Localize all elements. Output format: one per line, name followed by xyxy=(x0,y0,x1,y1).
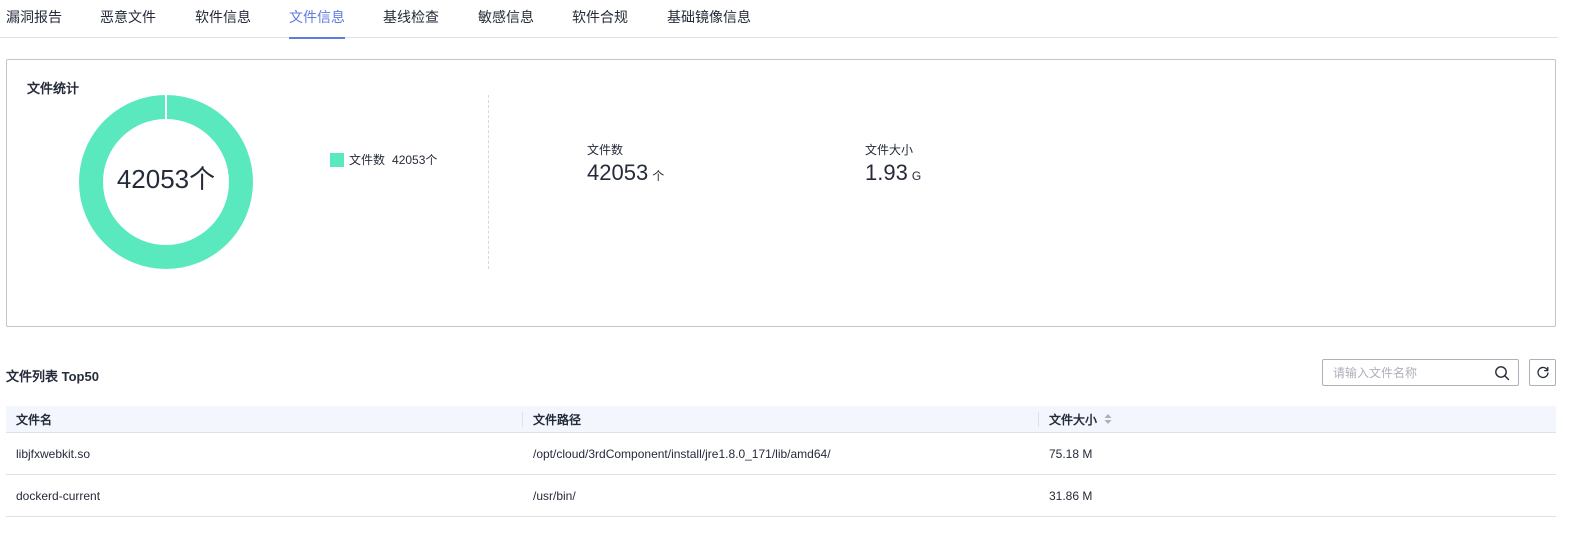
search-icon[interactable] xyxy=(1494,365,1510,381)
file-list-title: 文件列表 Top50 xyxy=(6,369,99,384)
column-header-path: 文件路径 xyxy=(522,406,1038,432)
file-name-cell: dockerd-current xyxy=(16,488,101,503)
file-size-cell: 75.18 M xyxy=(1049,446,1093,461)
tab-malicious-files[interactable]: 恶意文件 xyxy=(100,0,156,38)
tab-sensitive-info[interactable]: 敏感信息 xyxy=(478,0,534,38)
tab-baseline-check[interactable]: 基线检查 xyxy=(383,0,439,38)
card-title: 文件统计 xyxy=(27,81,80,96)
file-count-value: 42053 xyxy=(587,160,649,185)
tab-vulnerability-report[interactable]: 漏洞报告 xyxy=(6,0,62,38)
column-header-name: 文件名 xyxy=(16,412,53,427)
refresh-icon xyxy=(1536,366,1549,378)
legend-swatch xyxy=(330,152,344,167)
file-count-label: 文件数 xyxy=(587,143,624,157)
tab-bar: 漏洞报告 恶意文件 软件信息 文件信息 基线检查 敏感信息 软件合规 基础镜像信… xyxy=(0,0,1558,39)
file-count-unit: 个 xyxy=(652,169,665,183)
chart-legend: 文件数 42053个 xyxy=(330,151,437,168)
file-list-table: 文件名 文件路径 文件大小 libjfxwebkit.so /opt/cloud… xyxy=(6,406,1556,517)
file-path-cell: /opt/cloud/3rdComponent/install/jre1.8.0… xyxy=(533,446,831,461)
search-box xyxy=(1322,359,1519,386)
file-name-search-input[interactable] xyxy=(1323,360,1518,385)
file-stats-card: 文件统计 42053个 文件数 42053个 文件数 42053 个 文件大小 1… xyxy=(6,59,1556,327)
file-count-stat: 文件数 42053 个 xyxy=(587,142,664,186)
tab-software-compliance[interactable]: 软件合规 xyxy=(572,0,628,38)
file-size-unit: G xyxy=(911,169,922,183)
file-size-label: 文件大小 xyxy=(865,143,914,157)
table-row: libjfxwebkit.so /opt/cloud/3rdComponent/… xyxy=(6,433,1556,475)
refresh-button[interactable] xyxy=(1529,359,1556,386)
column-header-size[interactable]: 文件大小 xyxy=(1038,406,1556,432)
file-name-cell: libjfxwebkit.so xyxy=(16,446,91,461)
sort-icon[interactable] xyxy=(1104,413,1112,425)
file-path-cell: /usr/bin/ xyxy=(533,488,576,503)
legend-value: 42053个 xyxy=(392,153,438,167)
vertical-divider xyxy=(488,95,489,269)
table-header: 文件名 文件路径 文件大小 xyxy=(6,406,1556,433)
donut-center-value: 42053个 xyxy=(116,164,216,194)
tab-base-image-info[interactable]: 基础镜像信息 xyxy=(667,0,751,38)
tab-software-info[interactable]: 软件信息 xyxy=(195,0,251,38)
tab-file-info[interactable]: 文件信息 xyxy=(289,0,345,39)
file-size-value: 1.93 xyxy=(865,160,908,185)
file-size-cell: 31.86 M xyxy=(1049,488,1093,503)
table-row: dockerd-current /usr/bin/ 31.86 M xyxy=(6,475,1556,517)
file-size-stat: 文件大小 1.93 G xyxy=(865,142,921,186)
legend-label: 文件数 xyxy=(349,153,386,167)
